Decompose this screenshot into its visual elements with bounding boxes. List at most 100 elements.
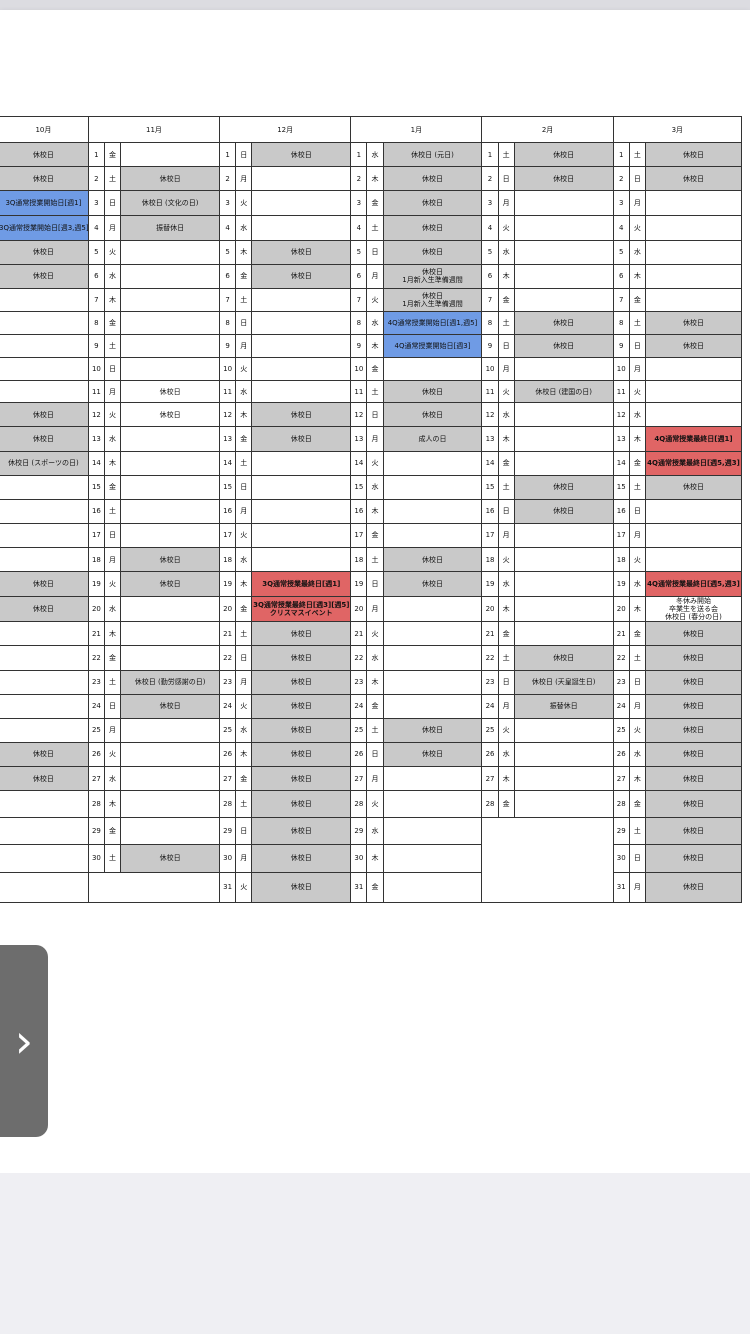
feb-weekday: 水	[497, 741, 515, 768]
mar-event-cell: 休校日	[644, 693, 743, 719]
dec-day-number: 17	[219, 522, 237, 549]
calendar-row: 10 日 10 火 10 金 10 月 10 月	[0, 357, 743, 382]
feb-event-cell	[513, 790, 614, 819]
mar-weekday: 水	[628, 571, 646, 598]
feb-day-number: 8	[481, 310, 499, 336]
dec-event-cell	[251, 310, 352, 336]
calendar-row: 11 月休校日 11 水 11 土休校日 11 火休校日 (建国の日) 11 火	[0, 380, 743, 404]
dec-weekday: 日	[235, 474, 253, 500]
dec-event-cell	[251, 190, 352, 217]
mar-weekday: 水	[628, 239, 646, 265]
jan-event-cell	[382, 450, 483, 476]
jan-day-number: 6	[350, 263, 368, 289]
oct-event-cell	[0, 871, 89, 903]
mar-event-cell	[644, 357, 743, 382]
mar-event-cell	[644, 190, 743, 217]
jan-event-cell: 4Q通常授業開始日[週3]	[382, 334, 483, 359]
jan-event-cell: 休校日	[382, 239, 483, 265]
jan-event-cell	[382, 790, 483, 819]
dec-event-cell	[251, 522, 352, 549]
oct-event-cell	[0, 621, 89, 647]
nov-weekday: 水	[103, 263, 122, 289]
dec-day-number: 7	[219, 287, 237, 312]
mar-weekday: 月	[628, 357, 646, 382]
month-header: 11月	[87, 115, 221, 144]
nov-day-number: 14	[87, 450, 105, 476]
dec-day-number: 31	[219, 871, 237, 903]
mar-event-cell	[644, 522, 743, 549]
feb-day-number: 28	[481, 790, 499, 819]
month-header: 10月	[0, 115, 89, 144]
feb-day-number: 18	[481, 546, 499, 573]
mar-event-cell	[644, 546, 743, 573]
jan-day-number: 12	[350, 402, 368, 428]
jan-weekday: 土	[366, 215, 384, 241]
dec-weekday: 火	[235, 693, 253, 719]
mar-weekday: 日	[628, 334, 646, 359]
chevron-right-icon[interactable]: ›	[0, 945, 48, 1137]
nov-weekday: 日	[103, 357, 122, 382]
feb-day-number: 27	[481, 766, 499, 792]
calendar-row: 3Q通常授業開始日[週3,週5] 4 月振替休日 4 水 4 土休校日 4 火 4 火	[0, 215, 743, 241]
jan-day-number: 13	[350, 426, 368, 452]
mar-weekday: 火	[628, 380, 646, 404]
calendar-row: 8 金 8 日 8 水 4Q通常授業開始日[週1,週5] 8 土休校日 8 土休校日	[0, 310, 743, 336]
calendar-row: 18 月休校日 18 水 18 土休校日 18 火 18 火	[0, 546, 743, 573]
calendar-row: 25 月 25 水休校日 25 土休校日 25 火 25 火休校日	[0, 717, 743, 743]
dec-event-cell: 休校日	[251, 621, 352, 647]
feb-weekday: 金	[497, 621, 515, 647]
dec-day-number: 12	[219, 402, 237, 428]
jan-weekday: 月	[366, 263, 384, 289]
oct-event-cell	[0, 790, 89, 819]
dec-day-number: 25	[219, 717, 237, 743]
nov-event-cell: 休校日	[120, 380, 221, 404]
feb-event-cell	[513, 402, 614, 428]
nov-weekday: 金	[103, 310, 122, 336]
feb-weekday: 日	[497, 498, 515, 524]
dec-event-cell	[251, 166, 352, 192]
jan-day-number: 28	[350, 790, 368, 819]
feb-day-number: 15	[481, 474, 499, 500]
dec-day-number: 5	[219, 239, 237, 265]
mar-event-cell: 休校日	[644, 790, 743, 819]
mar-day-number: 25	[612, 717, 630, 743]
nov-weekday: 木	[103, 450, 122, 476]
nov-event-cell	[120, 645, 221, 671]
jan-weekday: 日	[366, 571, 384, 598]
mar-event-cell: 休校日	[644, 310, 743, 336]
calendar-row: 24 日休校日 24 火休校日 24 金 24 月振替休日 24 月休校日	[0, 693, 743, 719]
jan-day-number: 29	[350, 817, 368, 846]
mar-event-cell: 4Q通常授業最終日[週5,週3]	[644, 571, 743, 598]
mar-weekday: 木	[628, 596, 646, 623]
feb-day-number: 12	[481, 402, 499, 428]
page-nav-handle[interactable]: ›	[0, 945, 48, 1137]
nov-weekday: 木	[103, 287, 122, 312]
nov-event-cell	[120, 498, 221, 524]
mar-weekday: 月	[628, 693, 646, 719]
oct-event-cell: 休校日	[0, 426, 89, 452]
oct-event-cell: 休校日	[0, 239, 89, 265]
mar-day-number: 3	[612, 190, 630, 217]
feb-event-cell: 休校日	[513, 166, 614, 192]
nov-event-cell	[120, 766, 221, 792]
nov-day-number: 11	[87, 380, 105, 404]
dec-event-cell: 休校日	[251, 817, 352, 846]
mar-event-cell: 4Q通常授業最終日[週1]	[644, 426, 743, 452]
jan-weekday: 火	[366, 450, 384, 476]
mar-weekday: 土	[628, 645, 646, 671]
nov-event-cell: 振替休日	[120, 215, 221, 241]
calendar-row: 休校日 2 土休校日 2 月 2 木休校日 2 日休校日 2 日休校日	[0, 166, 743, 192]
month-header: 12月	[219, 115, 352, 144]
jan-weekday: 木	[366, 844, 384, 873]
jan-event-cell: 休校日	[382, 380, 483, 404]
jan-event-cell	[382, 596, 483, 623]
nov-event-cell: 休校日	[120, 402, 221, 428]
dec-day-number: 13	[219, 426, 237, 452]
mar-day-number: 7	[612, 287, 630, 312]
calendar-row: 休校日 26 火 26 木休校日 26 日休校日 26 水 26 水休校日	[0, 741, 743, 768]
dec-weekday: 水	[235, 215, 253, 241]
dec-event-cell: 休校日	[251, 239, 352, 265]
feb-day-number: 3	[481, 190, 499, 217]
mar-day-number: 23	[612, 669, 630, 695]
jan-event-cell: 休校日 1月新入生準備週間	[382, 287, 483, 312]
